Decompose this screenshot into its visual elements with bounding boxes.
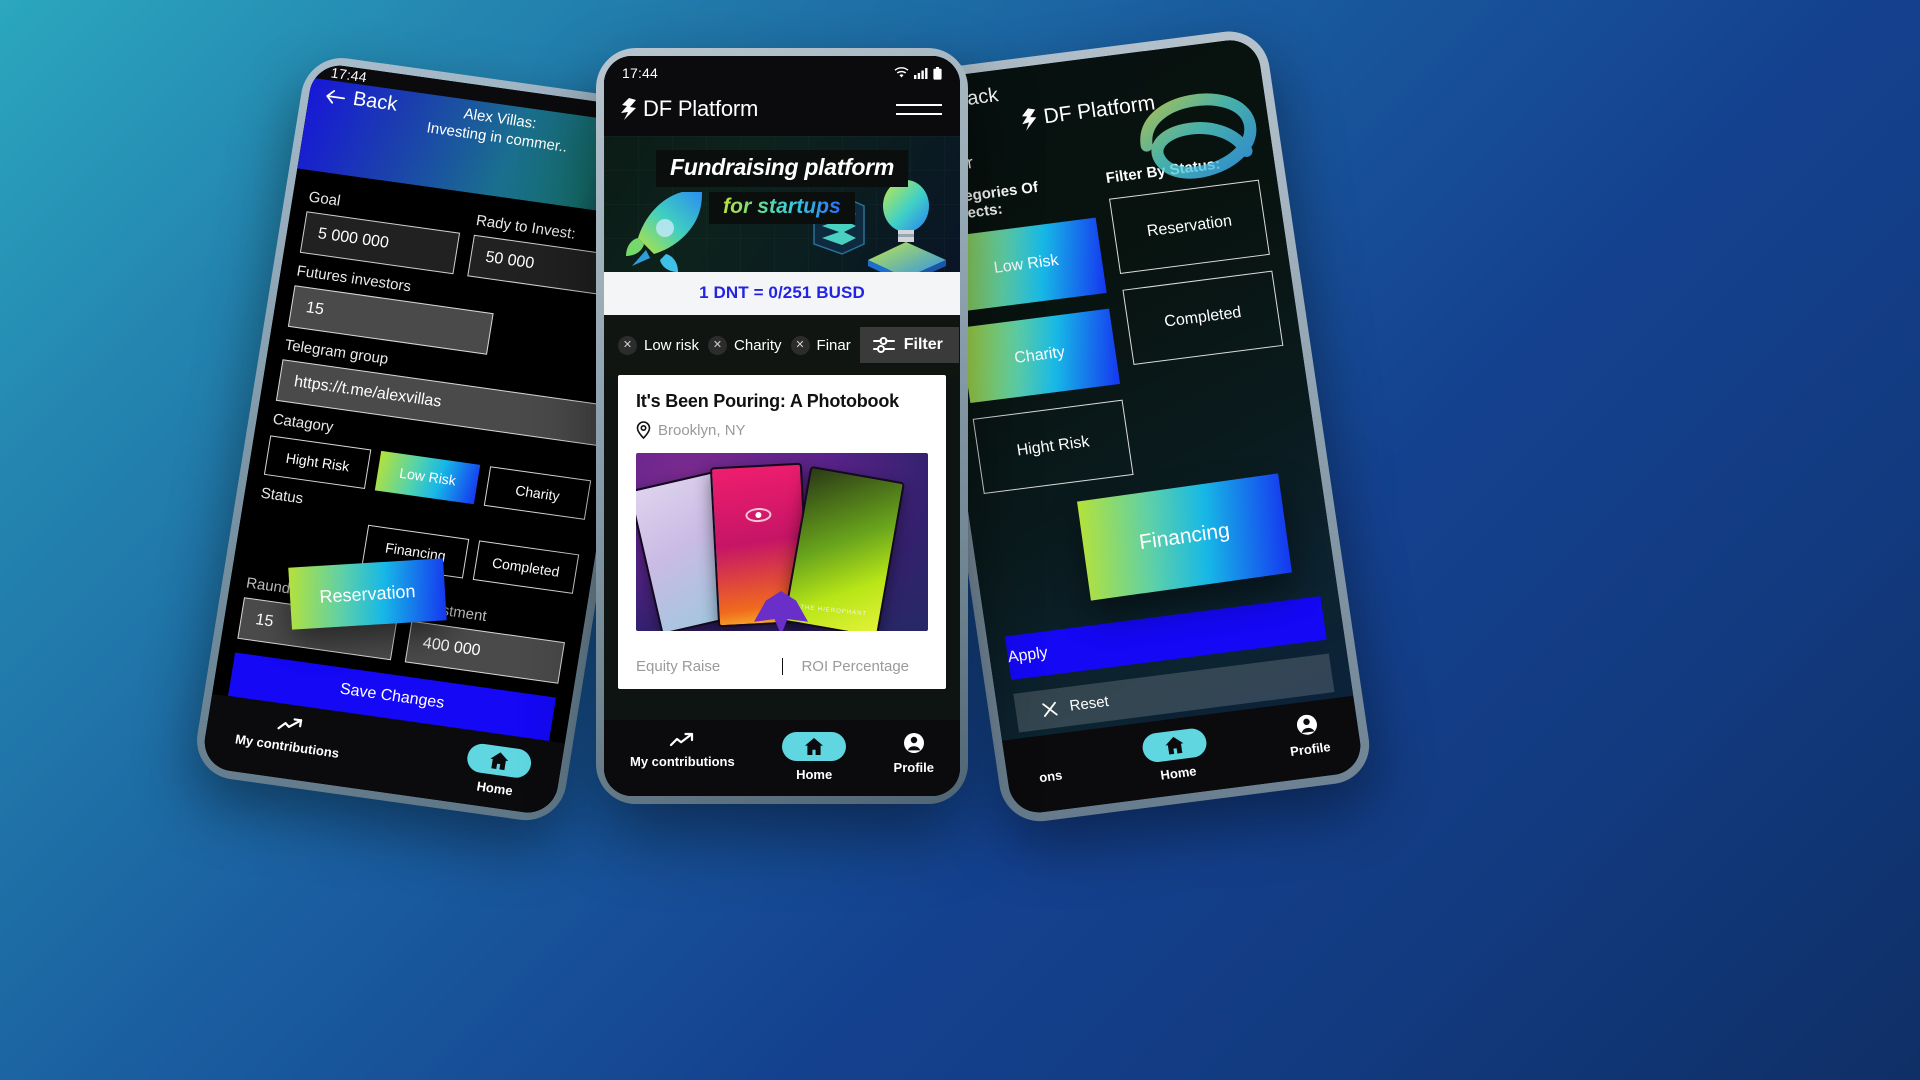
glass-ribbon-decoration — [1140, 93, 1257, 179]
filter-button-label: Filter — [903, 336, 943, 353]
home-icon — [490, 752, 509, 771]
poster-stage: 17:44 Back Alex Villas: Investing in com… — [0, 0, 1920, 1080]
home-pill — [465, 742, 534, 780]
chip-charity[interactable]: ✕ Charity — [708, 335, 782, 355]
right-phone-screen-frame: Back DF Platform Filter Categories Of Ob… — [904, 36, 1365, 816]
center-brand: DF Platform — [620, 96, 758, 122]
df-logo-icon — [621, 98, 636, 120]
close-icon[interactable]: ✕ — [618, 335, 637, 355]
hero-line1: Fundraising platform — [655, 150, 908, 187]
close-icon — [1042, 701, 1058, 717]
signal-icon — [914, 68, 928, 79]
right-nav-profile[interactable]: Profile — [1285, 711, 1332, 764]
close-icon[interactable]: ✕ — [708, 335, 728, 355]
floating-reservation-tile[interactable]: Reservation — [288, 558, 447, 630]
metric-equity-raise: Equity Raise — [636, 658, 721, 675]
right-nav-home-label: Home — [1159, 763, 1198, 783]
center-nav-profile[interactable]: Profile — [894, 732, 934, 775]
left-nav-home[interactable]: Home — [462, 742, 534, 799]
battery-icon — [933, 66, 942, 80]
trending-up-icon — [277, 718, 303, 730]
df-logo-icon — [1022, 108, 1037, 131]
center-status-icons — [894, 66, 942, 80]
chip-low-risk[interactable]: ✕ Low risk — [618, 335, 700, 355]
right-nav-my-contributions-label: ons — [1038, 767, 1064, 786]
left-back-button[interactable]: Back — [324, 84, 399, 117]
chip-charity-label: Charity — [734, 336, 782, 354]
center-bottom-nav: My contributions Home Profile — [604, 720, 960, 796]
status-filter-completed[interactable]: Completed — [1122, 270, 1284, 365]
center-phone-screen: 17:44 DF Platform Fundraising platform f… — [604, 56, 960, 796]
map-pin-icon — [636, 421, 651, 439]
center-phone-mockup: 17:44 DF Platform Fundraising platform f… — [604, 56, 960, 796]
project-card-location: Brooklyn, NY — [636, 421, 928, 439]
trending-up-icon — [670, 732, 694, 747]
exchange-rate-bar: 1 DNT = 0/251 BUSD — [604, 272, 960, 315]
category-filter-hight-risk[interactable]: Hight Risk — [972, 399, 1134, 495]
right-nav-home[interactable]: Home — [1140, 726, 1211, 783]
right-phone-screen: Back DF Platform Filter Categories Of Ob… — [904, 36, 1365, 816]
chip-low-risk-label: Low risk — [644, 336, 700, 354]
left-nav-my-contributions-label: My contributions — [234, 731, 341, 761]
hero-line2: for startups — [709, 192, 855, 224]
person-icon — [1296, 714, 1317, 735]
left-back-label: Back — [351, 87, 399, 116]
home-icon — [1165, 736, 1184, 755]
filter-button[interactable]: Filter — [859, 327, 959, 363]
filter-chips-row: ✕ Low risk ✕ Charity ✕ Finar Filter — [604, 315, 960, 375]
category-filter-charity[interactable]: Charity — [959, 308, 1121, 404]
floating-reservation-label: Reservation — [318, 580, 417, 607]
metric-roi-percentage: ROI Percentage — [801, 658, 910, 675]
category-option-low-risk[interactable]: Low Risk — [374, 450, 481, 505]
right-nav-profile-label: Profile — [1289, 739, 1332, 760]
project-card-title: It's Been Pouring: A Photobook — [636, 391, 899, 411]
status-option-completed[interactable]: Completed — [472, 540, 580, 594]
sliders-icon — [872, 337, 895, 353]
left-nav-my-contributions[interactable]: My contributions — [233, 710, 344, 770]
left-nav-home-label: Home — [475, 778, 514, 799]
category-option-charity[interactable]: Charity — [483, 466, 592, 520]
wifi-icon — [894, 67, 909, 78]
category-filter-low-risk[interactable]: Low Risk — [945, 217, 1107, 313]
home-pill — [1140, 726, 1209, 764]
hamburger-menu-icon[interactable] — [896, 103, 942, 115]
center-nav-home-label: Home — [796, 767, 833, 782]
eye-icon — [745, 506, 772, 523]
chip-finar-label: Finar — [816, 336, 851, 354]
person-icon — [903, 733, 924, 753]
floating-financing-label: Financing — [1137, 518, 1232, 555]
project-card-wrap: It's Been Pouring: A Photobook Brooklyn,… — [604, 375, 960, 720]
center-nav-home[interactable]: Home — [782, 732, 847, 782]
arrow-left-icon — [326, 89, 346, 104]
goal-field-group: Goal 5 000 000 — [299, 189, 464, 275]
hero-line2-text: for startups — [723, 195, 841, 218]
hero-titles: Fundraising platform for startups — [604, 136, 960, 224]
center-nav-profile-label: Profile — [893, 760, 934, 775]
home-icon — [805, 738, 824, 755]
right-nav-my-contributions[interactable]: ons — [1034, 745, 1067, 796]
center-nav-my-contributions[interactable]: My contributions — [630, 732, 735, 769]
chip-finar[interactable]: ✕ Finar — [790, 335, 851, 355]
close-icon[interactable]: ✕ — [790, 335, 810, 355]
center-nav-my-contributions-label: My contributions — [630, 754, 735, 769]
center-status-bar: 17:44 — [604, 56, 960, 90]
home-pill — [782, 732, 847, 761]
project-card-artwork: THE HIEROPHANT — [636, 453, 928, 631]
project-card[interactable]: It's Been Pouring: A Photobook Brooklyn,… — [618, 375, 946, 689]
project-card-location-label: Brooklyn, NY — [658, 421, 746, 439]
project-card-metrics: Equity Raise ROI Percentage — [636, 645, 928, 689]
reset-label: Reset — [1068, 692, 1110, 715]
category-option-hight-risk[interactable]: Hight Risk — [263, 435, 372, 489]
center-brand-bar: DF Platform — [604, 90, 960, 136]
center-brand-name: DF Platform — [643, 96, 759, 121]
hero-banner: Fundraising platform for startups — [604, 136, 960, 272]
center-status-time: 17:44 — [622, 65, 659, 81]
